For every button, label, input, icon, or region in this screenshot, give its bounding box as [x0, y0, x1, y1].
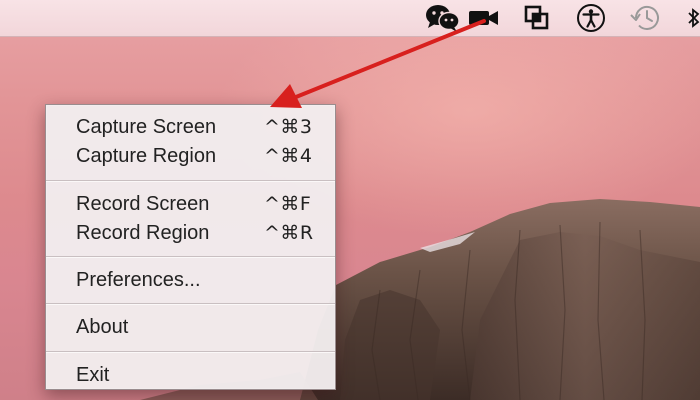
menu-separator — [46, 256, 335, 258]
screen-capture-icon[interactable] — [520, 0, 554, 36]
menu-item-label: Capture Region — [76, 145, 217, 167]
bluetooth-icon[interactable] — [684, 0, 700, 36]
menu-item-shortcut: ^⌘F — [264, 193, 312, 215]
desktop: Capture Screen ^⌘3 Capture Region ^⌘4 Re… — [0, 0, 700, 400]
capture-dropdown-menu: Capture Screen ^⌘3 Capture Region ^⌘4 Re… — [45, 104, 336, 390]
video-camera-icon[interactable] — [466, 0, 502, 36]
menu-separator — [46, 180, 335, 182]
menu-item-label: Record Region — [76, 222, 210, 244]
menu-separator — [46, 351, 335, 353]
menu-bar — [0, 0, 700, 37]
wechat-icon[interactable] — [423, 0, 463, 36]
menu-item-preferences[interactable]: Preferences... — [46, 266, 335, 294]
menu-item-label: Capture Screen — [76, 116, 217, 138]
menu-item-capture-region[interactable]: Capture Region ^⌘4 — [46, 142, 335, 170]
menu-separator — [46, 303, 335, 305]
menu-item-label: Exit — [76, 364, 110, 386]
menu-item-shortcut: ^⌘4 — [264, 145, 313, 167]
menu-item-label: Record Screen — [76, 193, 210, 215]
accessibility-icon[interactable] — [573, 0, 609, 36]
time-machine-icon[interactable] — [626, 0, 664, 36]
menu-item-record-region[interactable]: Record Region ^⌘R — [46, 219, 335, 247]
menu-item-shortcut: ^⌘3 — [264, 116, 313, 138]
menu-item-label: Preferences... — [76, 269, 201, 291]
menu-item-record-screen[interactable]: Record Screen ^⌘F — [46, 190, 335, 218]
menu-item-exit[interactable]: Exit — [46, 361, 335, 389]
menu-item-shortcut: ^⌘R — [264, 222, 314, 244]
menu-item-about[interactable]: About — [46, 313, 335, 341]
menu-item-label: About — [76, 316, 129, 338]
menu-item-capture-screen[interactable]: Capture Screen ^⌘3 — [46, 113, 335, 141]
